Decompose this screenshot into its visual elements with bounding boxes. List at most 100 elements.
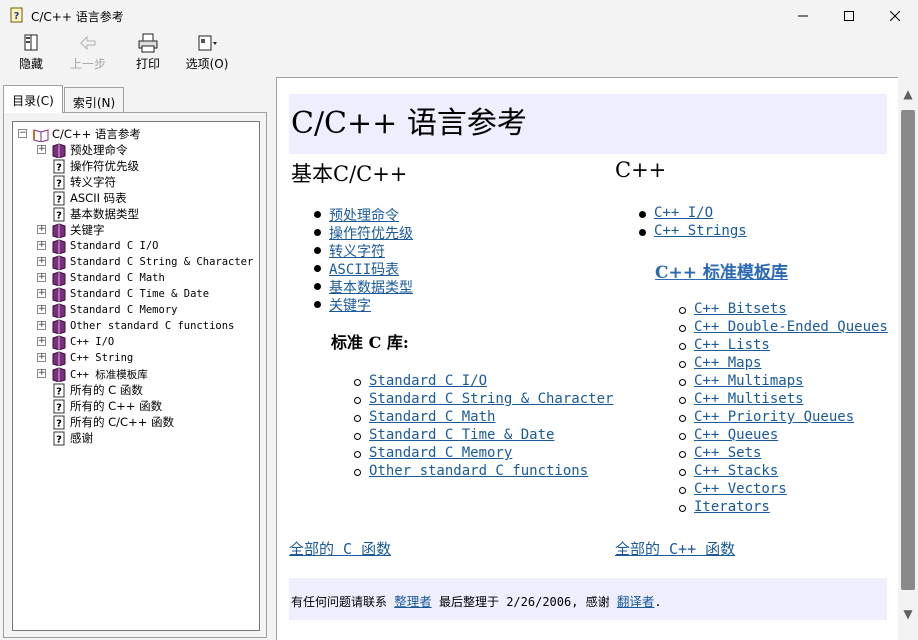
expand-icon[interactable]: + <box>37 225 46 234</box>
bullet-circle-icon <box>354 469 361 476</box>
collapse-icon[interactable]: − <box>18 129 27 138</box>
scroll-up-button[interactable]: ▲ <box>898 87 918 107</box>
options-button[interactable]: 选项(O) <box>183 33 231 73</box>
topic-link[interactable]: Standard C Time & Date <box>369 427 554 443</box>
expand-icon[interactable]: + <box>37 273 46 282</box>
expand-icon[interactable]: + <box>37 145 46 154</box>
tree-item[interactable]: + Standard C Time & Date <box>37 286 209 303</box>
tree-item[interactable]: − C/C++ 语言参考 <box>18 126 141 143</box>
tree-item[interactable]: ? 所有的 C/C++ 函数 <box>51 414 174 430</box>
topic-link[interactable]: Standard C Memory <box>369 445 512 461</box>
topic-link[interactable]: C++ I/O <box>654 205 713 221</box>
all-c-functions-link[interactable]: 全部的 C 函数 <box>289 538 391 559</box>
tree-item[interactable]: + Standard C Memory <box>37 302 177 319</box>
hide-button[interactable]: 隐藏 <box>14 33 48 73</box>
maximize-button[interactable] <box>826 0 872 31</box>
tree-item[interactable]: ? 转义字符 <box>51 174 116 190</box>
translator-link[interactable]: 翻译者 <box>617 594 655 609</box>
help-book-icon: ? <box>10 7 23 23</box>
back-button[interactable]: 上一步 <box>66 33 110 73</box>
topic-link[interactable]: C++ Multisets <box>694 391 804 407</box>
topic-link[interactable]: Standard C String & Character <box>369 391 613 407</box>
printer-icon <box>138 33 158 53</box>
topic-link[interactable]: 预处理命令 <box>329 205 399 225</box>
svg-text:?: ? <box>56 418 62 429</box>
bullet-circle-icon <box>354 415 361 422</box>
topic-link[interactable]: 操作符优先级 <box>329 223 413 243</box>
tree-item[interactable]: + Standard C I/O <box>37 238 159 255</box>
scroll-down-button[interactable]: ▼ <box>898 607 918 627</box>
topic-link[interactable]: C++ Sets <box>694 445 761 461</box>
compiler-link[interactable]: 整理者 <box>394 594 432 609</box>
tab-contents[interactable]: 目录(C) <box>3 85 63 113</box>
topic-link[interactable]: C++ Multimaps <box>694 373 804 389</box>
expand-icon[interactable]: + <box>37 369 46 378</box>
tree-item[interactable]: ? 基本数据类型 <box>51 206 139 222</box>
tree-item[interactable]: ? 所有的 C++ 函数 <box>51 398 162 414</box>
topic-link[interactable]: Standard C I/O <box>369 373 487 389</box>
topic-link[interactable]: C++ Queues <box>694 427 778 443</box>
topic-link[interactable]: C++ Maps <box>694 355 761 371</box>
help-page-icon: ? <box>51 175 67 190</box>
tree-item[interactable]: + 预处理命令 <box>37 142 128 159</box>
topic-link[interactable]: C++ Priority Queues <box>694 409 854 425</box>
svg-text:?: ? <box>56 402 62 413</box>
tree-item[interactable]: + 关键字 <box>37 222 105 239</box>
close-icon <box>890 10 900 21</box>
page-footer: 有任何问题请联系 整理者 最后整理于 2/26/2006, 感谢 翻译者. <box>289 578 887 620</box>
tree-item-label: Standard C I/O <box>70 240 159 252</box>
topic-link[interactable]: Other standard C functions <box>369 463 588 479</box>
help-page-icon: ? <box>51 399 67 414</box>
topic-link[interactable]: 关键字 <box>329 295 371 315</box>
expand-icon[interactable]: + <box>37 353 46 362</box>
topic-link[interactable]: ASCII码表 <box>329 259 399 279</box>
help-page-icon: ? <box>51 191 67 206</box>
book-icon <box>51 366 67 383</box>
tree-item[interactable]: ? 感谢 <box>51 430 93 446</box>
bullet-circle-icon <box>679 397 686 404</box>
expand-icon[interactable]: + <box>37 257 46 266</box>
scroll-thumb[interactable] <box>901 110 915 590</box>
bullet-circle-icon <box>354 451 361 458</box>
print-button[interactable]: 打印 <box>131 33 165 73</box>
topic-link[interactable]: C++ Vectors <box>694 481 787 497</box>
tree-item[interactable]: ? 所有的 C 函数 <box>51 382 143 398</box>
bullet-disc-icon <box>639 229 646 236</box>
help-page-icon: ? <box>51 207 67 222</box>
tree-item-label: 感谢 <box>70 431 93 445</box>
close-button[interactable] <box>872 0 918 31</box>
tree-item[interactable]: + C++ I/O <box>37 334 114 351</box>
tree-item-label: Other standard C functions <box>70 320 235 332</box>
vertical-scrollbar[interactable]: ▲ ▼ <box>898 77 918 640</box>
topic-link[interactable]: C++ Double-Ended Queues <box>694 319 888 335</box>
minimize-button[interactable] <box>780 0 826 31</box>
expand-icon[interactable]: + <box>37 321 46 330</box>
topic-link[interactable]: C++ Bitsets <box>694 301 787 317</box>
expand-icon[interactable]: + <box>37 289 46 298</box>
topic-link[interactable]: C++ Lists <box>694 337 770 353</box>
bullet-circle-icon <box>679 469 686 476</box>
tree-item[interactable]: + C++ 标准模板库 <box>37 366 148 383</box>
tree-item[interactable]: ? ASCII 码表 <box>51 190 127 206</box>
content-pane: C/C++ 语言参考 基本C/C++ C++ 标准 C 库: C++ 标准模板库… <box>276 77 898 640</box>
expand-icon[interactable]: + <box>37 241 46 250</box>
tree-item[interactable]: + Standard C Math <box>37 270 165 287</box>
footer-text-3: . <box>654 595 662 609</box>
topic-link[interactable]: Standard C Math <box>369 409 495 425</box>
topic-link[interactable]: Iterators <box>694 499 770 515</box>
tree-item[interactable]: + Other standard C functions <box>37 318 235 335</box>
tab-index[interactable]: 索引(N) <box>64 87 124 114</box>
tree-item-label: C++ String <box>70 352 134 364</box>
tree-item[interactable]: ? 操作符优先级 <box>51 158 139 174</box>
tree-item[interactable]: + Standard C String & Character <box>37 254 253 271</box>
all-cpp-functions-link[interactable]: 全部的 C++ 函数 <box>615 538 735 559</box>
expand-icon[interactable]: + <box>37 337 46 346</box>
pane-splitter[interactable] <box>272 77 275 640</box>
tree-item[interactable]: + C++ String <box>37 350 134 367</box>
expand-icon[interactable]: + <box>37 305 46 314</box>
topic-link[interactable]: C++ Stacks <box>694 463 778 479</box>
topic-link[interactable]: C++ Strings <box>654 223 747 239</box>
topic-link[interactable]: 基本数据类型 <box>329 277 413 297</box>
topic-link[interactable]: 转义字符 <box>329 241 385 261</box>
stl-heading-link[interactable]: C++ 标准模板库 <box>655 258 788 283</box>
